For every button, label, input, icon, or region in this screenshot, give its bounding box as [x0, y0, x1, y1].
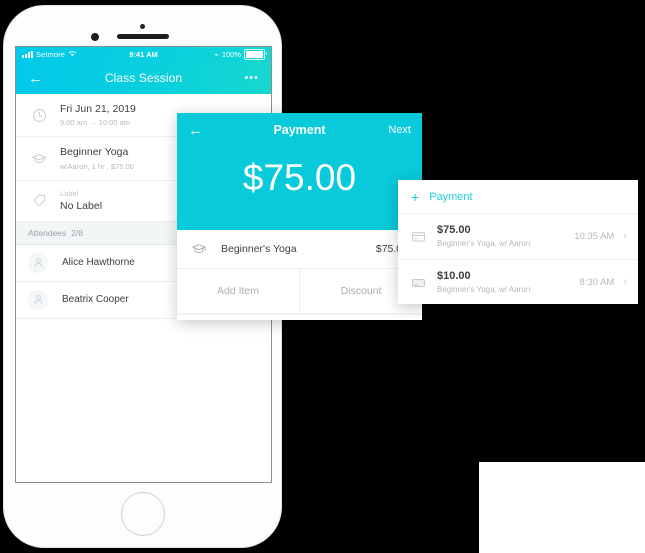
person-icon: [28, 252, 48, 273]
add-item-button[interactable]: Add Item: [177, 269, 299, 313]
payment-amount: $75.00: [242, 157, 357, 198]
payment-history-title: Payment: [429, 191, 473, 203]
chevron-right-icon[interactable]: ›: [623, 276, 627, 288]
payment-amount: $10.00: [437, 269, 471, 282]
front-camera-icon: [90, 33, 99, 41]
page-title: Class Session: [104, 71, 183, 85]
payment-description: Beginner's Yoga, w/ Aaron: [437, 239, 531, 249]
payment-navigation-bar: ← Payment Next: [177, 113, 422, 147]
front-sensor-icon: [139, 24, 145, 29]
payment-history-body: $10.00 Beginner's Yoga, w/ Aaron: [437, 269, 579, 296]
overflow-menu-icon[interactable]: •••: [244, 72, 259, 84]
attendees-label: Attendees: [28, 227, 67, 238]
signal-bars-icon: [22, 51, 33, 58]
battery-full-icon: [244, 49, 267, 60]
status-bar-left: Setmore: [22, 50, 77, 59]
tag-icon: [28, 193, 50, 208]
line-item-name: Beginner's Yoga: [221, 243, 297, 255]
phone-navigation-bar: ← Class Session •••: [16, 62, 271, 94]
chevron-right-icon[interactable]: ›: [623, 230, 627, 242]
graduation-cap-icon: [191, 241, 207, 257]
status-bar: Setmore 9:41 AM ⌁ 100%: [16, 47, 271, 62]
bluetooth-icon: ⌁: [214, 50, 219, 59]
payment-line-item-row[interactable]: Beginner's Yoga $75.00: [177, 230, 422, 269]
plus-icon[interactable]: +: [411, 190, 419, 204]
payment-history-row[interactable]: $10.00 Beginner's Yoga, w/ Aaron 8:30 AM…: [398, 260, 638, 304]
battery-percent-label: 100%: [221, 50, 241, 59]
payment-history-body: $75.00 Beginner's Yoga, w/ Aaron: [437, 223, 574, 250]
home-button[interactable]: [120, 492, 165, 536]
person-icon: [28, 289, 48, 310]
carrier-label: Setmore: [36, 50, 66, 59]
payment-action-bar: Add Item Discount: [177, 269, 422, 314]
payment-detail-card: ← Payment Next $75.00 Beginner's Yoga $7…: [177, 113, 422, 320]
payment-amount: $75.00: [437, 224, 471, 236]
background-white-block: [479, 462, 645, 553]
payment-history-header[interactable]: + Payment: [398, 180, 638, 214]
payment-time: 10:35 AM: [574, 230, 615, 242]
next-button[interactable]: Next: [388, 124, 411, 136]
credit-card-icon: [411, 229, 426, 244]
status-bar-right: ⌁ 100%: [214, 49, 267, 60]
attendee-name: Alice Hawthorne: [62, 257, 135, 269]
payment-card-footer-strip: [177, 314, 422, 320]
payment-hero: ← Payment Next $75.00: [177, 113, 422, 230]
graduation-cap-icon: [28, 151, 50, 167]
payment-description: Beginner's Yoga, w/ Aaron: [437, 285, 531, 295]
clock-icon: [28, 108, 50, 123]
wifi-icon: [68, 50, 77, 59]
attendees-count: 2/8: [71, 227, 84, 238]
payment-history-row[interactable]: $75.00 Beginner's Yoga, w/ Aaron 10:35 A…: [398, 214, 638, 260]
payment-history-panel: + Payment $75.00 Beginner's Yoga, w/ Aar…: [398, 180, 638, 304]
earpiece-speaker: [116, 34, 169, 39]
payment-title: Payment: [273, 123, 326, 137]
payment-time: 8:30 AM: [579, 276, 615, 288]
cash-card-icon: [411, 275, 426, 290]
attendee-name: Beatrix Cooper: [62, 294, 129, 306]
